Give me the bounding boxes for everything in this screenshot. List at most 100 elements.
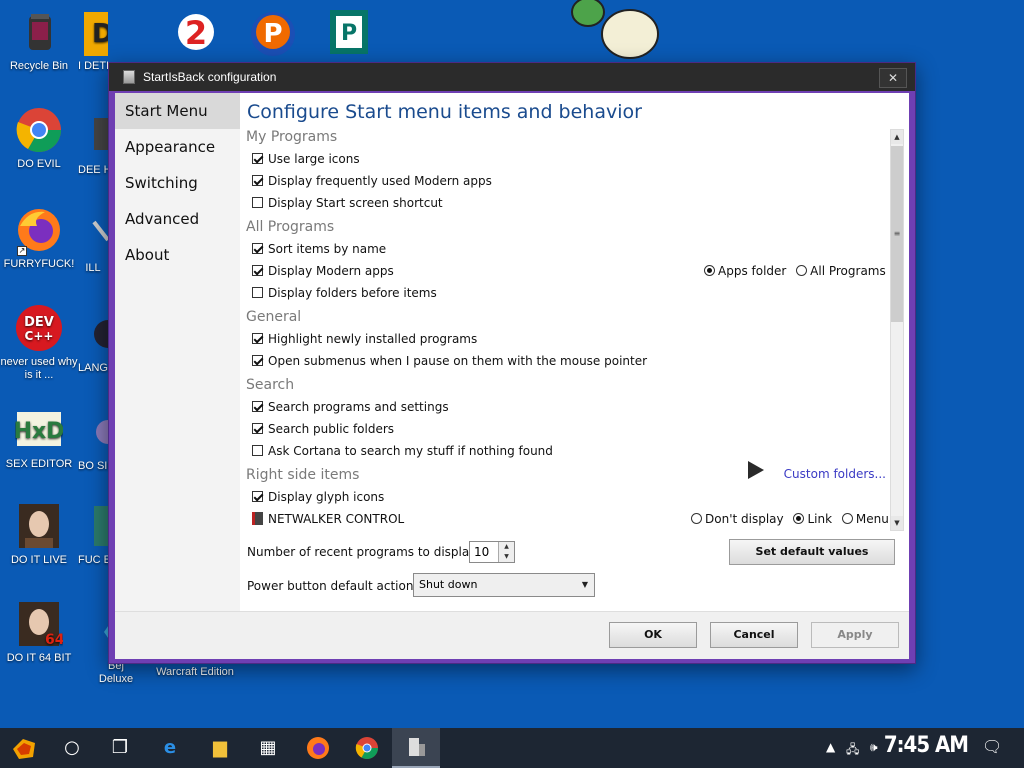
- apply-button[interactable]: Apply: [811, 622, 899, 648]
- recent-programs-stepper[interactable]: 10 ▲ ▼: [469, 541, 515, 563]
- checkbox-label: Search public folders: [268, 422, 395, 436]
- radio-link[interactable]: Link: [793, 512, 832, 526]
- radio-apps-folder[interactable]: Apps folder: [704, 264, 786, 278]
- chrome-icon: [355, 737, 378, 759]
- svg-text:P: P: [341, 21, 357, 46]
- close-button[interactable]: ✕: [879, 68, 907, 88]
- startisback-config-dialog: StartIsBack configuration ✕ Start Menu A…: [108, 62, 916, 664]
- sidebar-item-switching[interactable]: Switching: [115, 165, 240, 201]
- desktop-icon-top-publisher[interactable]: P: [326, 6, 372, 58]
- section-header-general: General: [246, 309, 302, 325]
- store-taskbar-button[interactable]: ▦: [244, 728, 292, 768]
- checkbox-label: Open submenus when I pause on them with …: [268, 354, 648, 368]
- checkbox-box[interactable]: [252, 401, 263, 412]
- desktop-icon-firefox[interactable]: ↗ FURRYFUCK!: [0, 206, 78, 271]
- checkbox-display-modern-apps[interactable]: Display Modern apps: [252, 264, 394, 278]
- checkbox-box[interactable]: [252, 197, 263, 208]
- volume-icon[interactable]: 🕪: [870, 740, 878, 755]
- desktop-icon-portrait[interactable]: DO IT LIVE: [0, 502, 78, 567]
- checkbox-ask-cortana[interactable]: Ask Cortana to search my stuff if nothin…: [252, 444, 553, 458]
- clock[interactable]: 7:45 AM: [884, 733, 969, 758]
- checkbox-open-submenus[interactable]: Open submenus when I pause on them with …: [252, 354, 647, 368]
- publisher-icon: P: [330, 10, 368, 54]
- edge-taskbar-button[interactable]: e: [146, 728, 194, 768]
- desktop-icon-chrome[interactable]: DO EVIL: [0, 106, 78, 171]
- file-explorer-taskbar-button[interactable]: ▆: [196, 728, 244, 768]
- checkbox-sort-by-name[interactable]: Sort items by name: [252, 242, 386, 256]
- firefox-icon: [307, 737, 329, 759]
- desktop-icon-label: DEE HAF: [78, 164, 108, 176]
- checkbox-box[interactable]: [252, 265, 263, 276]
- desktop-icon-col2-4[interactable]: LANG: [78, 310, 122, 375]
- checkbox-box[interactable]: [252, 423, 263, 434]
- checkbox-search-programs[interactable]: Search programs and settings: [252, 400, 449, 414]
- network-icon[interactable]: 🖧: [846, 740, 859, 761]
- scroll-up-icon[interactable]: ▲: [891, 130, 903, 144]
- set-default-values-button[interactable]: Set default values: [729, 539, 895, 565]
- cancel-button[interactable]: Cancel: [710, 622, 798, 648]
- checkbox-box[interactable]: [252, 445, 263, 456]
- scroll-down-icon[interactable]: ▼: [891, 516, 903, 530]
- desktop-icon-warcraft-label[interactable]: Warcraft Edition: [154, 666, 236, 679]
- radio-menu[interactable]: Menu: [841, 512, 889, 526]
- desktop-icon-col2-3[interactable]: ILL: [78, 210, 110, 275]
- desktop-icon-recycle-bin[interactable]: Recycle Bin: [0, 8, 78, 73]
- startisback-taskbar-button[interactable]: [392, 728, 440, 768]
- power-action-select[interactable]: Shut down ▼: [413, 573, 595, 597]
- custom-folders-link[interactable]: Custom folders...: [784, 467, 886, 481]
- tray-overflow-icon[interactable]: ▲: [826, 740, 835, 754]
- checkbox-search-public[interactable]: Search public folders: [252, 422, 394, 436]
- ok-button[interactable]: OK: [609, 622, 697, 648]
- desktop-icon-col2-1[interactable]: D I DETE: [78, 8, 130, 73]
- sidebar-item-start-menu[interactable]: Start Menu: [115, 93, 240, 129]
- checkbox-large-icons[interactable]: Use large icons: [252, 152, 360, 166]
- desktop-icon-top-p[interactable]: P: [248, 8, 298, 60]
- checkbox-box[interactable]: [252, 153, 263, 164]
- radio-circle[interactable]: [793, 513, 805, 524]
- checkbox-start-screen-shortcut[interactable]: Display Start screen shortcut: [252, 196, 443, 210]
- options-scrollbar[interactable]: ▲ ≡ ▼: [890, 129, 904, 531]
- radio-circle[interactable]: [691, 513, 702, 524]
- scrollbar-thumb[interactable]: ≡: [891, 146, 903, 322]
- desktop-icon-top-2[interactable]: 2: [174, 8, 218, 60]
- chrome-taskbar-button[interactable]: [343, 728, 391, 768]
- desktop-icon-hxd[interactable]: HxD SEX EDITOR: [0, 406, 78, 471]
- action-center-icon[interactable]: 🗨: [982, 737, 1002, 756]
- desktop-icon-devcpp[interactable]: DEV C++ never used why is it ...: [0, 304, 78, 382]
- svg-text:C++: C++: [25, 329, 54, 343]
- radio-label: Link: [807, 512, 833, 526]
- checkbox-box[interactable]: [252, 491, 263, 502]
- checkbox-box[interactable]: [252, 287, 263, 298]
- checkbox-box[interactable]: [252, 355, 263, 366]
- desktop-icon-portrait-64[interactable]: 64 DO IT 64 BIT: [0, 600, 78, 665]
- firefox-taskbar-button[interactable]: [294, 728, 342, 768]
- checkbox-highlight-new[interactable]: Highlight newly installed programs: [252, 332, 477, 346]
- desktop-icon-col2-5[interactable]: BO SIM: [78, 408, 120, 473]
- sidebar-item-appearance[interactable]: Appearance: [115, 129, 240, 165]
- desktop-icon-col2-6[interactable]: FUC E: [78, 502, 114, 567]
- checkbox-box[interactable]: [252, 175, 263, 186]
- checkbox-box[interactable]: [252, 243, 263, 254]
- checkbox-glyph-icons[interactable]: Display glyph icons: [252, 490, 384, 504]
- recent-programs-value[interactable]: 10: [474, 545, 489, 559]
- cortana-button[interactable]: ○: [48, 728, 96, 768]
- page-title: Configure Start menu items and behavior: [247, 101, 642, 123]
- portrait-icon: [15, 502, 63, 550]
- task-view-button[interactable]: ❐: [96, 728, 144, 768]
- radio-circle[interactable]: [796, 265, 808, 276]
- spinner-arrows-icon[interactable]: ▲ ▼: [498, 542, 514, 562]
- start-button[interactable]: [0, 728, 48, 768]
- radio-circle[interactable]: [704, 265, 715, 276]
- sidebar-item-advanced[interactable]: Advanced: [115, 201, 240, 237]
- checkbox-modern-apps-freq[interactable]: Display frequently used Modern apps: [252, 174, 492, 188]
- radio-circle[interactable]: [841, 513, 853, 524]
- checkbox-box[interactable]: [252, 333, 263, 344]
- radio-all-programs[interactable]: All Programs: [796, 264, 886, 278]
- dialog-title-bar[interactable]: StartIsBack configuration ✕: [109, 63, 915, 91]
- desktop-icon-col2-2[interactable]: DEE HAF: [78, 112, 114, 177]
- recent-programs-label: Number of recent programs to display:: [247, 545, 480, 559]
- checkbox-folders-before-items[interactable]: Display folders before items: [252, 286, 437, 300]
- radio-dont-display[interactable]: Don't display: [691, 512, 784, 526]
- sidebar-item-about[interactable]: About: [115, 237, 240, 273]
- desktop-icon-label: ILL: [85, 262, 101, 274]
